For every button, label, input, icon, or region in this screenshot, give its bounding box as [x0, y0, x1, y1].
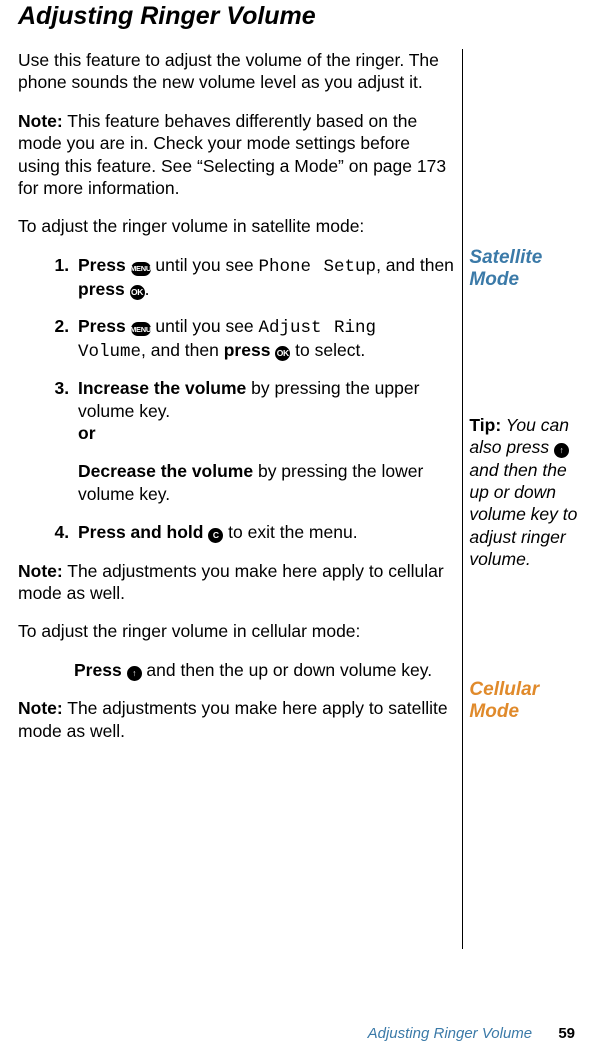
step-text: Increase the volume: [78, 378, 246, 398]
tip-text: and then the up or down volume key to ad…: [469, 460, 577, 570]
step-1: Press MENU until you see Phone Setup, an…: [74, 254, 454, 301]
step-2: Press MENU until you see Adjust Ring Vol…: [74, 315, 454, 364]
ok-icon: OK: [130, 285, 145, 300]
step-text: to select.: [290, 340, 365, 360]
up-arrow-icon: ↑: [127, 666, 142, 681]
step-text: , and then: [376, 255, 454, 275]
note-label: Note:: [18, 561, 63, 581]
intro-paragraph: Use this feature to adjust the volume of…: [18, 49, 454, 94]
step-text: Decrease the volume: [78, 461, 253, 481]
step-text: until you see: [151, 255, 259, 275]
note-2: Note: The adjustments you make here appl…: [18, 560, 454, 605]
note-1: Note: This feature behaves differently b…: [18, 110, 454, 200]
side-column: Satellite Mode Tip: You can also press ↑…: [462, 49, 579, 949]
step-text: press: [78, 279, 130, 299]
ok-icon: OK: [275, 346, 290, 361]
page-footer: Adjusting Ringer Volume 59: [368, 1025, 575, 1042]
step-4: Press and hold C to exit the menu.: [74, 521, 454, 543]
tip-label: Tip:: [469, 415, 501, 435]
note-text: The adjustments you make here apply to c…: [18, 561, 444, 603]
cellular-step: Press ↑ and then the up or down volume k…: [18, 659, 454, 681]
footer-page-number: 59: [558, 1025, 575, 1042]
step-text: press: [224, 340, 276, 360]
satellite-mode-label: Satellite Mode: [469, 247, 579, 292]
step-text: Press and hold: [78, 522, 208, 542]
step-text: , and then: [141, 340, 224, 360]
step-text: .: [145, 279, 150, 299]
step-text: Press: [78, 316, 131, 336]
note-text: The adjustments you make here apply to s…: [18, 698, 448, 740]
satellite-intro: To adjust the ringer volume in satellite…: [18, 215, 454, 237]
steps-list: Press MENU until you see Phone Setup, an…: [18, 254, 454, 544]
note-3: Note: The adjustments you make here appl…: [18, 697, 454, 742]
step-3: Increase the volume by pressing the uppe…: [74, 377, 454, 505]
menu-icon: MENU: [131, 262, 151, 276]
step-text: to exit the menu.: [223, 522, 357, 542]
step-text: until you see: [151, 316, 259, 336]
main-column: Use this feature to adjust the volume of…: [18, 49, 454, 949]
page-title: Adjusting Ringer Volume: [18, 2, 579, 31]
menu-icon: MENU: [131, 322, 151, 336]
step-text: and then the up or down volume key.: [142, 660, 433, 680]
cellular-mode-label: Cellular Mode: [469, 679, 579, 724]
step-text: Press: [74, 660, 127, 680]
footer-section: Adjusting Ringer Volume: [368, 1025, 533, 1042]
clear-icon: C: [208, 528, 223, 543]
lcd-text: Phone Setup: [259, 257, 377, 277]
or-text: or: [78, 423, 96, 443]
note-label: Note:: [18, 698, 63, 718]
note-text: This feature behaves differently based o…: [18, 111, 446, 198]
step-text: Press: [78, 255, 131, 275]
cellular-intro: To adjust the ringer volume in cellular …: [18, 620, 454, 642]
note-label: Note:: [18, 111, 63, 131]
tip-block: Tip: You can also press ↑ and then the u…: [469, 414, 579, 571]
up-arrow-icon: ↑: [554, 443, 569, 458]
